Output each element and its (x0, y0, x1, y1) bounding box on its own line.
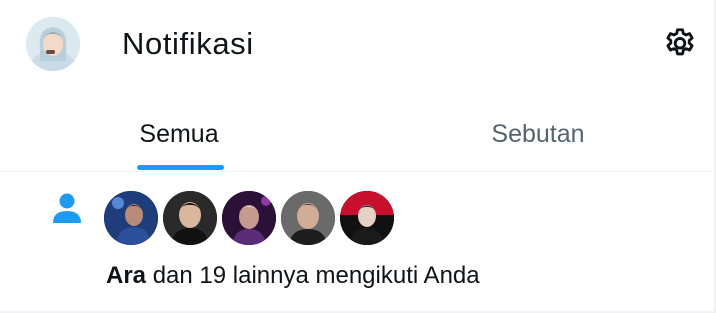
follower-avatar[interactable] (340, 191, 394, 245)
follower-avatar[interactable] (163, 191, 217, 245)
page-title: Notifikasi (122, 26, 254, 61)
notification-item[interactable]: Ara dan 19 lainnya mengikuti Anda (0, 172, 714, 311)
tab-label: Sebutan (491, 120, 585, 148)
follower-avatar-image (340, 191, 394, 245)
follower-avatar-image (222, 191, 276, 245)
tab-bar: Semua Sebutan (0, 100, 716, 172)
top-header: Notifikasi (0, 0, 716, 88)
follower-avatar-image (281, 191, 335, 245)
notification-text: Ara dan 19 lainnya mengikuti Anda (106, 262, 480, 290)
settings-button[interactable] (660, 24, 700, 64)
follower-avatar-image (163, 191, 217, 245)
notification-message: dan 19 lainnya mengikuti Anda (146, 262, 480, 289)
follower-avatar[interactable] (104, 191, 158, 245)
follower-avatar[interactable] (222, 191, 276, 245)
active-tab-indicator (137, 165, 224, 170)
profile-avatar-image (26, 17, 80, 71)
profile-avatar[interactable] (26, 17, 80, 71)
follower-name[interactable]: Ara (106, 262, 146, 289)
follower-avatar-image (104, 191, 158, 245)
tab-label: Semua (139, 120, 219, 148)
tab-all[interactable]: Semua (0, 100, 360, 172)
gear-icon (666, 28, 694, 56)
follower-avatar[interactable] (281, 191, 335, 245)
person-icon (53, 193, 81, 223)
tab-mentions[interactable]: Sebutan (360, 100, 716, 172)
follower-avatars (104, 191, 399, 245)
